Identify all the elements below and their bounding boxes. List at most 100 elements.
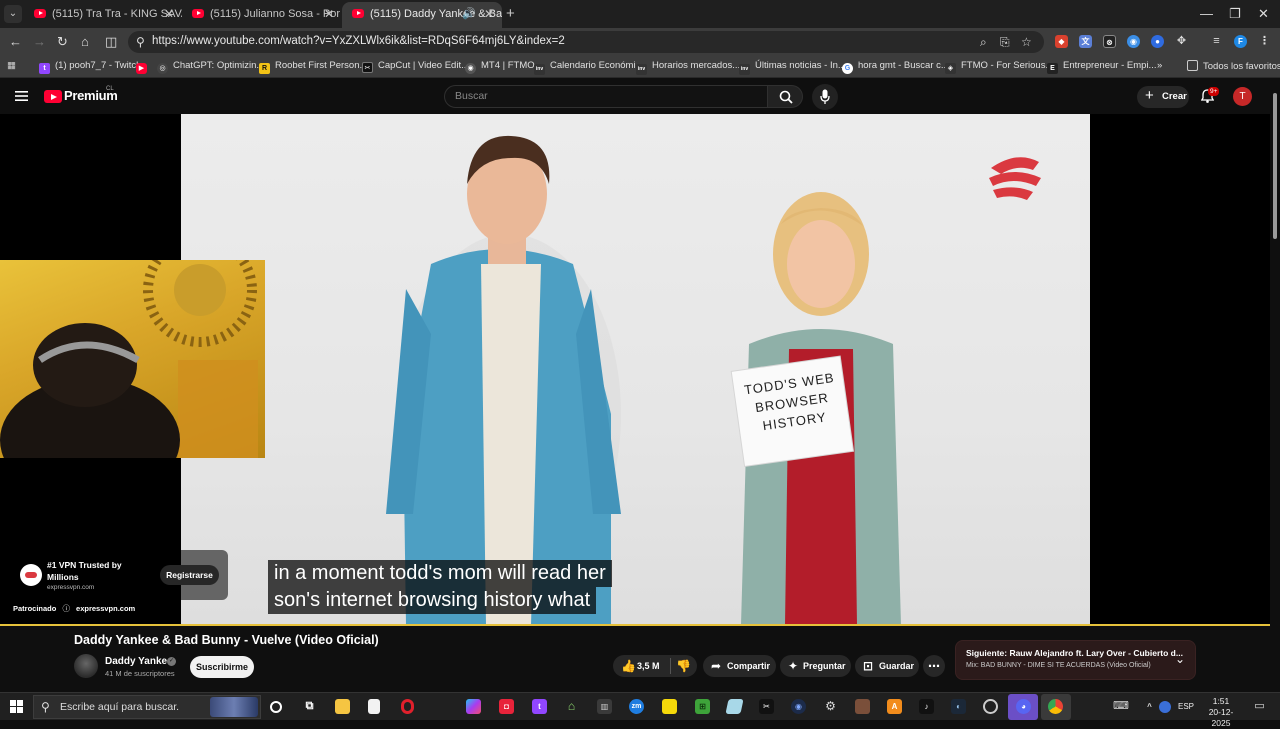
bookmark-ftmo[interactable]: ◈ FTMO - For Serious... [945, 60, 1053, 74]
app-icon[interactable]: ▥ [597, 699, 612, 714]
reload-icon[interactable]: ↻ [57, 34, 68, 50]
dislike-icon[interactable]: 👎 [676, 655, 691, 677]
search-button[interactable] [767, 85, 803, 108]
app-icon[interactable]: ⌂ [564, 699, 579, 714]
copilot-icon[interactable] [466, 699, 481, 714]
minecraft-icon[interactable]: ⊞ [695, 699, 710, 714]
bookmark-mt4[interactable]: ◉ MT4 | FTMO [465, 60, 535, 74]
zoom-app-icon[interactable]: zm [629, 699, 644, 714]
extension-icon[interactable]: ◆ [1055, 35, 1068, 48]
bookmark-calendario[interactable]: inv Calendario Económi... [534, 60, 643, 75]
tab-search-button[interactable]: ⌄ [4, 5, 22, 23]
extension-icon[interactable]: ◉ [1127, 35, 1140, 48]
extension-icon[interactable]: ● [1151, 35, 1164, 48]
speaker-icon[interactable]: 🔊 [462, 2, 476, 26]
app-icon[interactable] [725, 699, 744, 714]
app-icon[interactable]: ◉ [791, 699, 806, 714]
sponsor-card[interactable]: #1 VPN Trusted by Millions expressvpn.co… [0, 550, 228, 600]
bookmark-entrepreneur[interactable]: E Entrepreneur - Empi... [1047, 60, 1156, 74]
bookmark-twitch[interactable]: t (1) pooh7_7 - Twitch [39, 60, 141, 74]
browser-tab[interactable]: (5115) Tra Tra - KING SAVAGGE ✕ [24, 2, 182, 28]
tab-close-icon[interactable]: ✕ [164, 2, 174, 26]
back-icon[interactable]: ← [9, 34, 22, 50]
channel-avatar[interactable] [74, 654, 98, 678]
keyboard-icon[interactable]: ⌨ [1113, 699, 1129, 714]
zoom-icon[interactable]: ⌕ [980, 35, 987, 50]
voice-search-button[interactable] [812, 84, 838, 110]
all-bookmarks-folder[interactable]: Todos los favoritos [1187, 60, 1280, 72]
app-icon[interactable] [983, 699, 998, 714]
ask-button[interactable]: ✦ Preguntar [780, 655, 851, 677]
more-bookmarks-icon[interactable]: » [1157, 60, 1162, 71]
ad-video-frame[interactable]: TODD'S WEB BROWSER HISTORY [181, 114, 1090, 625]
account-avatar[interactable]: T [1233, 87, 1252, 106]
translate-extension-icon[interactable]: 文 [1079, 35, 1092, 48]
bookmark-star-icon[interactable]: ☆ [1021, 35, 1032, 49]
create-button[interactable]: + Crear [1137, 86, 1189, 108]
hamburger-menu-icon[interactable] [15, 90, 28, 102]
sticky-notes-icon[interactable] [662, 699, 677, 714]
more-actions-icon[interactable]: ⋯ [923, 655, 945, 677]
notification-center-icon[interactable]: ▭ [1252, 699, 1267, 714]
bookmark-capcut[interactable]: ✂ CapCut | Video Edit... [362, 60, 469, 73]
settings-gear-icon[interactable]: ⚙ [823, 699, 838, 714]
capcut-icon[interactable]: ✂ [759, 699, 774, 714]
restore-icon[interactable]: ❐ [1229, 6, 1241, 22]
bookmark-chatgpt[interactable]: ◎ ChatGPT: Optimizin... [157, 60, 264, 74]
notepad-icon[interactable] [368, 699, 380, 714]
language-indicator[interactable]: ESP [1178, 702, 1194, 711]
bookmark-youtube[interactable]: ▶ [136, 60, 152, 74]
extension-icon[interactable]: ⊗ [1103, 35, 1116, 48]
share-button[interactable]: ➦ Compartir [703, 655, 776, 677]
forward-icon[interactable]: → [33, 34, 46, 50]
save-button[interactable]: ⊡ Guardar [855, 655, 919, 677]
cortana-icon[interactable] [270, 701, 282, 713]
bookmark-noticias[interactable]: inv Últimas noticias - In... [739, 60, 846, 75]
clock[interactable]: 1:51 20-12-2025 [1203, 696, 1239, 729]
sponsored-info[interactable]: Patrocinado ⓘ expressvpn.com [13, 603, 135, 614]
page-scrollbar[interactable] [1270, 79, 1280, 692]
address-bar[interactable]: ⚲ https://www.youtube.com/watch?v=YxZXLW… [128, 31, 1044, 53]
bookmark-roobet[interactable]: R Roobet First Person... [259, 60, 367, 74]
url-text[interactable]: https://www.youtube.com/watch?v=YxZXLWlx… [152, 35, 565, 47]
media-control-icon[interactable]: ≡ [1210, 35, 1223, 48]
extensions-puzzle-icon[interactable]: ✥ [1175, 35, 1188, 48]
taskbar-search-input[interactable]: ⚲ Escribe aquí para buscar. [33, 695, 261, 719]
minimize-icon[interactable]: — [1200, 6, 1213, 21]
network-globe-icon[interactable] [1159, 701, 1171, 713]
site-info-icon[interactable]: ⚲ [136, 35, 145, 49]
profile-avatar-icon[interactable]: F [1234, 35, 1247, 48]
chrome-icon[interactable] [1048, 699, 1063, 714]
twitch-icon[interactable]: t [532, 699, 547, 714]
windows-start-icon[interactable] [10, 700, 23, 713]
like-count[interactable]: 3,5 M [637, 655, 660, 677]
bookmark-horarios[interactable]: inv Horarios mercados... [636, 60, 740, 75]
browser-menu-icon[interactable]: ⋮ [1258, 35, 1271, 48]
discord-icon[interactable]: ◕ [1016, 699, 1031, 714]
chevron-down-icon[interactable]: ⌄ [1175, 652, 1185, 666]
browser-tab-active[interactable]: (5115) Daddy Yankee & Bad B 🔊 ✕ [342, 2, 502, 28]
app-icon[interactable]: A [887, 699, 902, 714]
file-explorer-icon[interactable] [335, 699, 350, 714]
task-view-icon[interactable]: ⧉ [302, 699, 317, 714]
steam-icon[interactable]: ◐ [951, 699, 966, 714]
home-icon[interactable]: ⌂ [81, 34, 89, 50]
up-next-card[interactable]: Siguiente: Rauw Alejandro ft. Lary Over … [955, 640, 1196, 680]
video-player[interactable]: TODD'S WEB BROWSER HISTORY #1 VPN Truste… [0, 114, 1270, 625]
channel-name[interactable]: Daddy Yankee [105, 656, 173, 667]
window-close-icon[interactable]: ✕ [1258, 6, 1269, 22]
install-app-icon[interactable]: ⎘ [1000, 35, 1010, 50]
tray-chevron-up-icon[interactable]: ^ [1142, 699, 1157, 714]
subscribe-button[interactable]: Suscribirme [190, 656, 254, 678]
tab-close-icon[interactable]: ✕ [484, 2, 494, 26]
browser-tab[interactable]: (5115) Julianno Sosa - Por Dine ✕ [182, 2, 342, 28]
tab-close-icon[interactable]: ✕ [324, 2, 334, 26]
new-tab-button[interactable]: + [506, 5, 515, 23]
split-view-icon[interactable]: ◫ [105, 34, 117, 50]
like-icon[interactable]: 👍 [621, 655, 636, 677]
bookmark-google[interactable]: Ghora gmt - Buscar c... [842, 60, 949, 74]
tiktok-icon[interactable]: ♪ [919, 699, 934, 714]
app-icon[interactable] [855, 699, 870, 714]
sponsor-cta-button[interactable]: Registrarse [160, 565, 219, 585]
apps-grid-icon[interactable]: ▦ [7, 60, 16, 71]
